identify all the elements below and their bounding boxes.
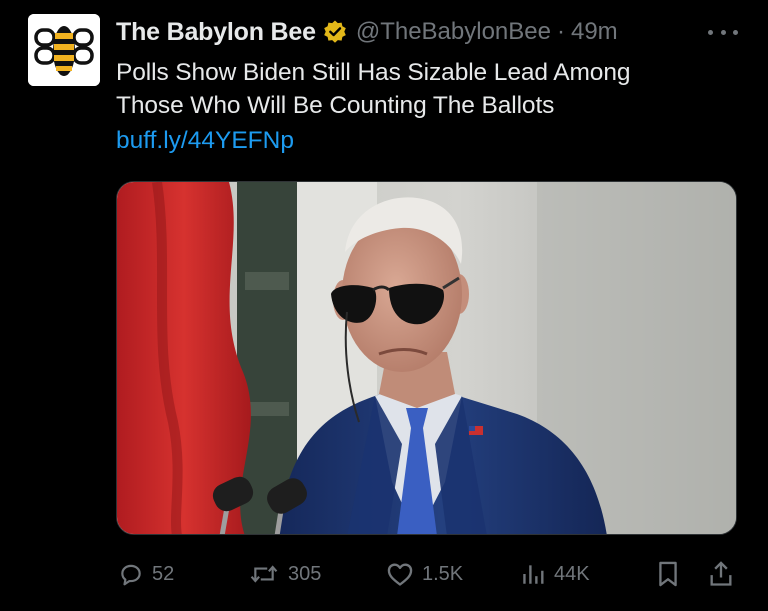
repost-button[interactable]: 305 bbox=[248, 556, 321, 592]
views-icon bbox=[523, 565, 544, 584]
avatar[interactable] bbox=[28, 14, 100, 86]
more-icon[interactable] bbox=[708, 22, 738, 42]
tweet-photo[interactable] bbox=[116, 181, 737, 535]
views-button[interactable]: 44K bbox=[520, 556, 590, 592]
tweet-text-line: Polls Show Biden Still Has Sizable Lead … bbox=[116, 59, 631, 86]
bookmark-button[interactable] bbox=[656, 556, 680, 592]
display-name[interactable]: The Babylon Bee bbox=[116, 18, 316, 47]
repost-count: 305 bbox=[288, 562, 322, 585]
action-bar: 52 305 1.5K 44K bbox=[0, 556, 768, 592]
reply-icon bbox=[121, 564, 141, 586]
bookmark-icon bbox=[659, 561, 677, 587]
tweet-text-line: Those Who Will Be Counting The Ballots bbox=[116, 92, 555, 119]
reply-count: 52 bbox=[152, 562, 175, 585]
views-count: 44K bbox=[554, 562, 590, 585]
like-button[interactable]: 1.5K bbox=[386, 556, 463, 592]
reply-button[interactable]: 52 bbox=[118, 556, 174, 592]
separator-dot: · bbox=[556, 18, 565, 45]
babylon-bee-logo bbox=[28, 14, 100, 86]
tweet-link[interactable]: buff.ly/44YEFNp bbox=[116, 124, 294, 157]
tweet-header: The Babylon Bee @TheBabylonBee · 49m bbox=[116, 14, 618, 50]
timestamp[interactable]: 49m bbox=[571, 18, 618, 46]
like-count: 1.5K bbox=[422, 562, 464, 585]
verified-badge-icon bbox=[322, 19, 348, 45]
handle[interactable]: @TheBabylonBee bbox=[356, 18, 551, 46]
like-icon bbox=[387, 563, 413, 586]
share-button[interactable] bbox=[708, 556, 734, 592]
share-icon bbox=[710, 561, 732, 586]
tweet[interactable]: The Babylon Bee @TheBabylonBee · 49m Pol… bbox=[0, 0, 768, 611]
tweet-text: Polls Show Biden Still Has Sizable Lead … bbox=[116, 56, 716, 122]
repost-icon bbox=[250, 565, 278, 583]
